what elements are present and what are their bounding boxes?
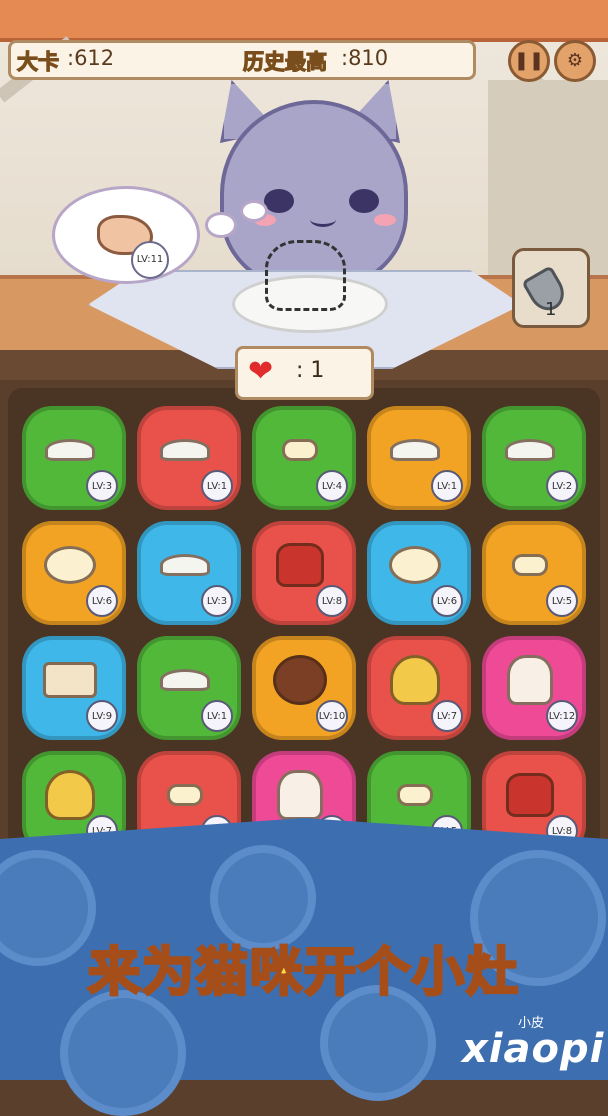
- board-tile[interactable]: LV:1: [367, 406, 471, 510]
- dough-icon: [44, 546, 96, 584]
- watermark-logo: xiaopi: [462, 1026, 605, 1072]
- cake-slice-icon: [43, 662, 97, 698]
- best-score-value: :810: [341, 46, 389, 70]
- thought-bubble-dot-small: [240, 200, 268, 222]
- score-label: 大卡: [16, 49, 59, 74]
- board-tile[interactable]: LV:6: [367, 521, 471, 625]
- lava-cake-icon: [277, 770, 323, 820]
- flour-icon: [390, 439, 440, 461]
- flour-icon: [45, 439, 95, 461]
- score-value: :612: [67, 46, 115, 70]
- cat-blush-right: [374, 214, 396, 226]
- butter-icon: [397, 784, 433, 806]
- butter-icon: [282, 439, 318, 461]
- cat-eye-left: [264, 189, 294, 213]
- tile-level-badge: LV:7: [431, 700, 463, 732]
- tile-level-badge: LV:9: [86, 700, 118, 732]
- board-tile[interactable]: LV:1: [137, 636, 241, 740]
- cat-mouth: [310, 212, 336, 227]
- pudding-icon: [506, 773, 554, 817]
- tile-level-badge: LV:5: [546, 585, 578, 617]
- tile-level-badge: LV:1: [201, 470, 233, 502]
- order-bubble[interactable]: LV:11: [52, 186, 200, 284]
- flour-icon: [160, 669, 210, 691]
- donut-icon: [273, 655, 327, 705]
- tile-level-badge: LV:3: [201, 585, 233, 617]
- score-bar: 大卡 :612 历史最高 :810: [8, 40, 476, 80]
- hearts-count: : 1: [296, 358, 325, 383]
- gear-icon: ⚙: [566, 50, 584, 71]
- board-tile[interactable]: LV:1: [137, 406, 241, 510]
- settings-button[interactable]: ⚙: [554, 40, 596, 82]
- butter-icon: [167, 784, 203, 806]
- pudding-icon: [276, 543, 324, 587]
- board-tile[interactable]: LV:5: [482, 521, 586, 625]
- board-tile[interactable]: LV:3: [22, 406, 126, 510]
- pause-button[interactable]: ❚❚: [508, 40, 550, 82]
- flour-icon: [505, 439, 555, 461]
- hearts-counter: ❤ : 1: [235, 346, 374, 400]
- heart-icon: ❤: [248, 354, 274, 389]
- muffin-icon: [390, 655, 440, 705]
- dough-icon: [389, 546, 441, 584]
- pause-icon: ❚❚: [513, 50, 545, 71]
- lava-cake-icon: [507, 655, 553, 705]
- tile-level-badge: LV:6: [431, 585, 463, 617]
- empty-dish-outline: [265, 240, 346, 311]
- board-tile[interactable]: LV:4: [252, 406, 356, 510]
- board-tile[interactable]: LV:2: [482, 406, 586, 510]
- thought-bubble-dot-large: [205, 212, 237, 238]
- roof: [0, 0, 608, 42]
- cat-eye-right: [349, 189, 379, 213]
- board-tile[interactable]: LV:12: [482, 636, 586, 740]
- tile-level-badge: LV:2: [546, 470, 578, 502]
- board-tile[interactable]: LV:6: [22, 521, 126, 625]
- board-tile[interactable]: LV:3: [137, 521, 241, 625]
- tile-level-badge: LV:8: [316, 585, 348, 617]
- tile-level-badge: LV:12: [546, 700, 578, 732]
- order-level-badge: LV:11: [131, 241, 169, 279]
- board-tile[interactable]: LV:7: [367, 636, 471, 740]
- tile-level-badge: LV:10: [316, 700, 348, 732]
- muffin-icon: [45, 770, 95, 820]
- tile-level-badge: LV:6: [86, 585, 118, 617]
- tile-level-badge: LV:4: [316, 470, 348, 502]
- flour-icon: [160, 554, 210, 576]
- shovel-tool-button[interactable]: 1: [512, 248, 590, 328]
- flour-icon: [160, 439, 210, 461]
- board-tile[interactable]: LV:9: [22, 636, 126, 740]
- board-tile[interactable]: LV:8: [252, 521, 356, 625]
- tile-level-badge: LV:1: [431, 470, 463, 502]
- butter-icon: [512, 554, 548, 576]
- tile-level-badge: LV:3: [86, 470, 118, 502]
- slogan-text: 来为猫咪开个小灶: [86, 942, 520, 1005]
- shovel-count: 1: [545, 299, 557, 320]
- tile-level-badge: LV:1: [201, 700, 233, 732]
- board-tile[interactable]: LV:10: [252, 636, 356, 740]
- best-score-label: 历史最高: [242, 49, 327, 74]
- paw-print-icon: [60, 990, 186, 1116]
